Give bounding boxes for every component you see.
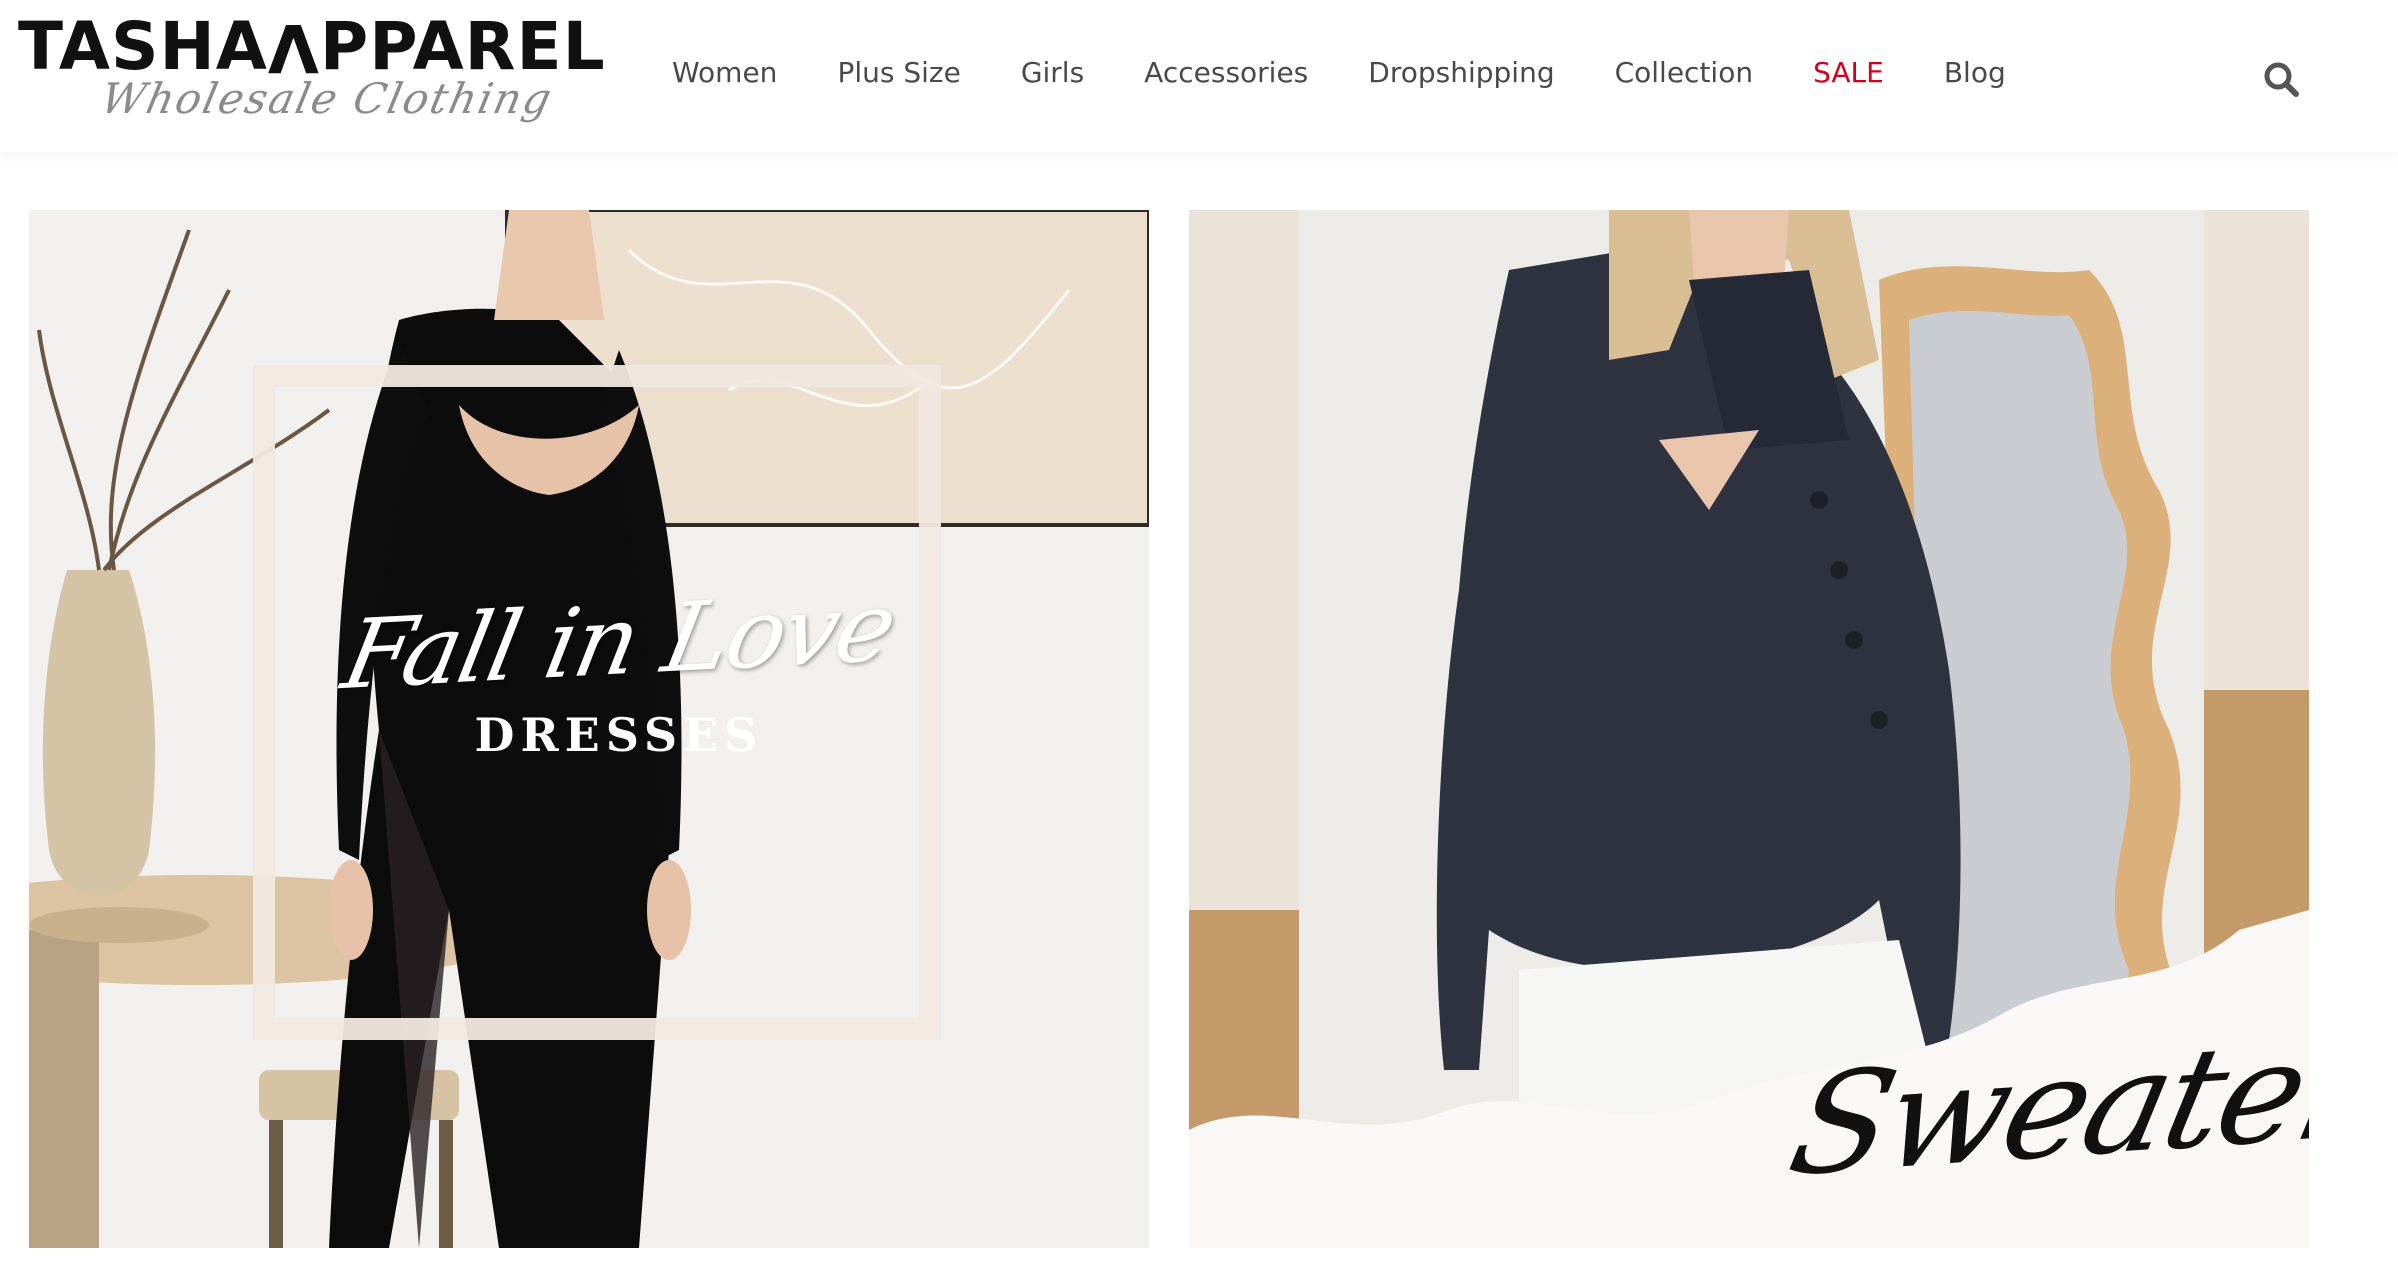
dresses-banner[interactable]: Fall in Love DRESSES [29, 210, 1149, 1248]
nav-item-sale[interactable]: SALE [1813, 50, 1884, 96]
nav-item-accessories[interactable]: Accessories [1144, 50, 1308, 96]
nav-item-blog[interactable]: Blog [1944, 50, 2006, 96]
site-logo[interactable]: TASHAVPPAREL Wholesale Clothing [18, 9, 605, 130]
sweaters-banner[interactable]: Sweaters [1189, 210, 2309, 1248]
logo-tagline: Wholesale Clothing [96, 74, 558, 123]
nav-item-plus-size[interactable]: Plus Size [837, 50, 960, 96]
site-header: TASHAVPPAREL Wholesale Clothing Women Pl… [0, 0, 2398, 152]
dresses-title: DRESSES [474, 708, 764, 762]
nav-item-women[interactable]: Women [672, 50, 777, 96]
nav-item-girls[interactable]: Girls [1021, 50, 1084, 96]
logo-wordmark: TASHAVPPAREL [18, 8, 606, 86]
search-icon [2264, 62, 2299, 97]
nav-item-collection[interactable]: Collection [1615, 50, 1754, 96]
search-button[interactable] [2262, 60, 2300, 98]
nav-item-dropshipping[interactable]: Dropshipping [1368, 50, 1554, 96]
main-nav: Women Plus Size Girls Accessories Dropsh… [672, 50, 2066, 96]
